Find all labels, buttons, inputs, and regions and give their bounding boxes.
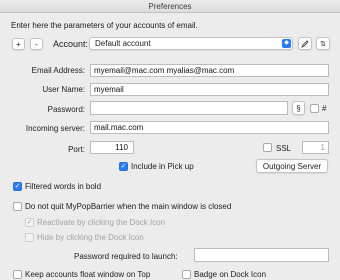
reactivate-label: Reactivate by clicking the Dock Icon bbox=[37, 218, 166, 227]
ssl-label: SSL bbox=[276, 144, 292, 153]
username-field[interactable]: myemail bbox=[90, 83, 329, 96]
badge-checkbox[interactable] bbox=[182, 270, 191, 279]
sort-arrows-icon: ⇅ bbox=[320, 40, 326, 48]
account-label: Account: bbox=[53, 39, 89, 49]
add-account-button[interactable]: + bbox=[12, 38, 25, 50]
email-label: Email Address: bbox=[31, 66, 85, 75]
keep-float-checkbox[interactable] bbox=[13, 270, 22, 279]
hash-checkbox[interactable] bbox=[310, 104, 319, 113]
outgoing-server-button[interactable]: Outgoing Server bbox=[256, 159, 328, 173]
filtered-bold-label: Filtered words in bold bbox=[25, 182, 102, 191]
pencil-icon bbox=[301, 39, 309, 48]
window-title: Preferences bbox=[148, 2, 192, 11]
password-label: Password: bbox=[47, 105, 85, 114]
edit-account-button[interactable] bbox=[298, 37, 312, 50]
badge-label: Badge on Dock Icon bbox=[194, 270, 267, 279]
include-pickup-checkbox[interactable]: ✓ bbox=[119, 162, 128, 171]
do-not-quit-label: Do not quit MyPopBarrier when the main w… bbox=[25, 202, 232, 211]
account-popup[interactable]: Default account ◆ bbox=[89, 37, 293, 50]
password-launch-field[interactable] bbox=[194, 248, 329, 262]
paragraph-button[interactable]: § bbox=[292, 101, 305, 115]
filtered-bold-checkbox[interactable]: ✓ bbox=[13, 182, 22, 191]
remove-account-button[interactable]: - bbox=[30, 38, 43, 50]
server-field[interactable]: mail.mac.com bbox=[90, 121, 329, 134]
include-pickup-label: Include in Pick up bbox=[131, 162, 194, 171]
intro-text: Enter here the parameters of your accoun… bbox=[11, 21, 198, 30]
hide-checkbox[interactable] bbox=[25, 233, 34, 242]
sort-accounts-button[interactable]: ⇅ bbox=[316, 37, 330, 50]
hash-label: # bbox=[322, 104, 327, 113]
popup-arrows-icon: ◆ bbox=[282, 39, 291, 48]
reactivate-checkbox[interactable]: ✓ bbox=[25, 218, 34, 227]
port-field[interactable]: 110 bbox=[90, 141, 134, 154]
window-titlebar: Preferences bbox=[0, 0, 340, 13]
username-label: User Name: bbox=[42, 85, 85, 94]
password-field[interactable] bbox=[90, 101, 288, 115]
ssl-port-field[interactable]: 1 bbox=[302, 141, 329, 154]
email-field[interactable]: myemail@mac.com myalias@mac.com bbox=[90, 64, 329, 77]
hide-label: Hide by clicking the Dock Icon bbox=[37, 233, 144, 242]
keep-float-label: Keep accounts float window on Top bbox=[25, 270, 151, 279]
password-launch-label: Password required to launch: bbox=[74, 252, 178, 261]
account-popup-value: Default account bbox=[95, 39, 151, 48]
do-not-quit-checkbox[interactable] bbox=[13, 202, 22, 211]
ssl-checkbox[interactable] bbox=[263, 143, 272, 152]
server-label: Incoming server: bbox=[25, 124, 85, 133]
port-label: Port: bbox=[68, 145, 85, 154]
